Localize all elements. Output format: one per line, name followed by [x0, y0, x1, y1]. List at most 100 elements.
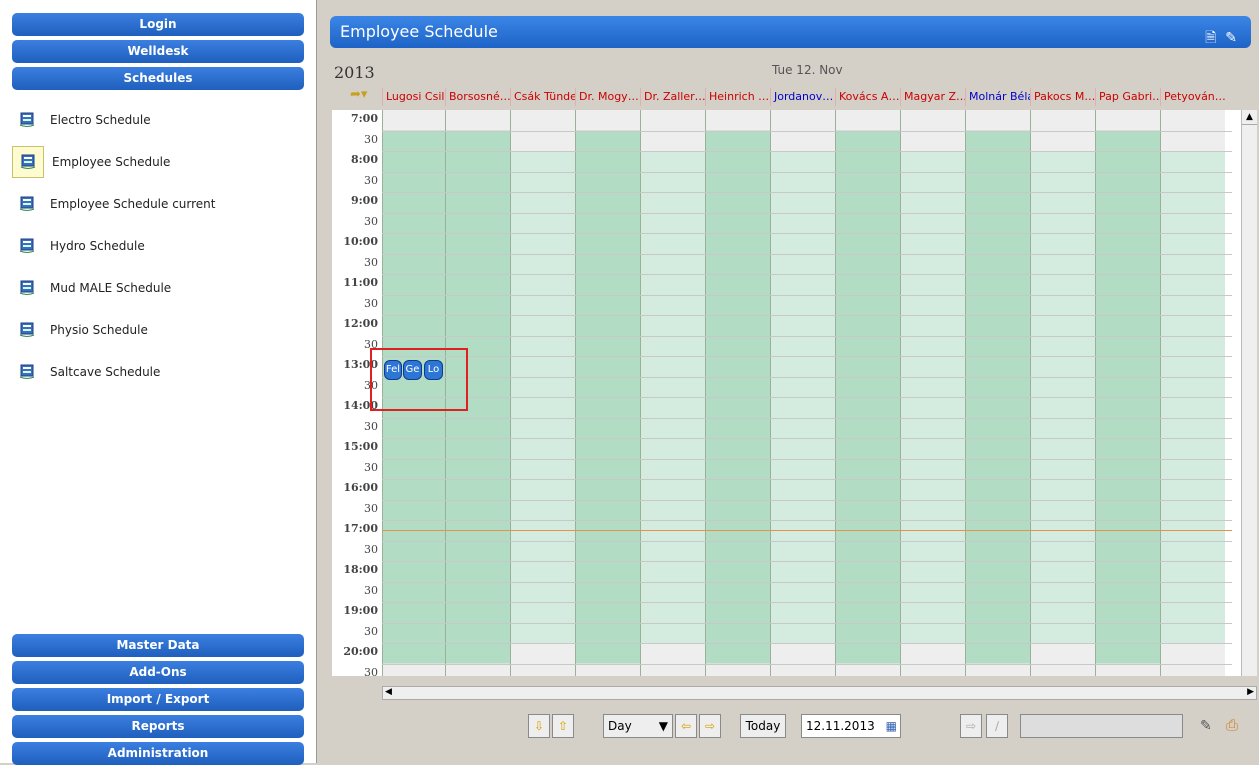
employee-column[interactable]: [900, 110, 965, 676]
employee-column[interactable]: [965, 110, 1030, 676]
eraser-icon[interactable]: ✎: [1225, 30, 1237, 46]
employee-column-header[interactable]: Pakocs M…: [1030, 88, 1095, 106]
grid-line: [382, 458, 1232, 460]
calendar-icon[interactable]: ▦: [886, 715, 897, 737]
employee-column[interactable]: [640, 110, 705, 676]
horizontal-scrollbar[interactable]: ◀ ▶: [382, 686, 1257, 700]
employee-column[interactable]: [770, 110, 835, 676]
date-value: 12.11.2013: [806, 719, 875, 733]
search-field[interactable]: [1020, 714, 1183, 738]
schedule-grid[interactable]: ▲ 7:00 30 8:00 30 9:00 30 10:00 30 11:00 30 12:00 3…: [332, 110, 1257, 676]
grid-line: [382, 356, 1232, 357]
employee-column-header[interactable]: Petyován…: [1160, 88, 1225, 106]
title-bar: Employee Schedule 🗎 ✎: [330, 16, 1251, 48]
time-label: 18:00: [343, 563, 378, 576]
grid-line: [382, 335, 1232, 337]
time-label: 30: [364, 173, 378, 187]
vertical-scrollbar[interactable]: ▲: [1241, 110, 1257, 676]
print-icon[interactable]: ⎙: [1226, 716, 1238, 734]
welldesk-button[interactable]: Welldesk: [12, 40, 304, 63]
next-button[interactable]: ⇨: [699, 714, 721, 738]
employee-column[interactable]: [1030, 110, 1095, 676]
employee-column[interactable]: [835, 110, 900, 676]
employee-header: ➦▾ Lugosi CsillaBorsosné…Csák TündeDr. M…: [332, 85, 1257, 107]
chevron-down-icon: ▼: [658, 719, 668, 733]
move-down-button[interactable]: ⇩: [528, 714, 550, 738]
scroll-right-icon[interactable]: ▶: [1247, 687, 1254, 697]
reports-button[interactable]: Reports: [12, 715, 304, 738]
employee-column[interactable]: [575, 110, 640, 676]
time-label: 11:00: [343, 276, 378, 289]
main-panel: Employee Schedule 🗎 ✎ 2013 Tue 12. Nov ➦…: [320, 0, 1259, 763]
title-icons: 🗎 ✎: [1205, 22, 1237, 54]
grid-line: [382, 417, 1232, 419]
document-icon[interactable]: 🗎: [1205, 30, 1216, 46]
employee-column[interactable]: [705, 110, 770, 676]
view-select[interactable]: Day ▼: [603, 714, 673, 738]
employee-column-header[interactable]: Dr. Mogy…: [575, 88, 640, 106]
date-field[interactable]: 12.11.2013 ▦: [801, 714, 901, 738]
time-label: 16:00: [343, 481, 378, 494]
employee-column-header[interactable]: Kovács A…: [835, 88, 900, 106]
grid-line: [382, 397, 1232, 398]
grid-line: [382, 602, 1232, 603]
scroll-up-icon[interactable]: ▲: [1242, 110, 1257, 125]
master-data-button[interactable]: Master Data: [12, 634, 304, 657]
employee-column[interactable]: [1160, 110, 1225, 676]
grid-line: [382, 192, 1232, 193]
schedule-item[interactable]: Mud MALE Schedule: [12, 270, 302, 306]
time-label: 30: [364, 624, 378, 638]
grid-line: [382, 663, 1232, 665]
time-label: 19:00: [343, 604, 378, 617]
move-up-button[interactable]: ⇧: [552, 714, 574, 738]
grid-line: [382, 253, 1232, 255]
employee-column-header[interactable]: Csák Tünde: [510, 88, 575, 106]
employee-column-header[interactable]: Heinrich …: [705, 88, 770, 106]
time-label: 30: [364, 132, 378, 146]
login-button[interactable]: Login: [12, 13, 304, 36]
schedule-icon: [12, 231, 42, 261]
today-button[interactable]: Today: [740, 714, 786, 738]
schedule-item-label: Physio Schedule: [50, 323, 148, 337]
sidebar: Login Welldesk Schedules Electro Schedule E…: [0, 0, 317, 765]
employee-column-header[interactable]: Lugosi Csilla: [382, 88, 445, 106]
import-export-button[interactable]: Import / Export: [12, 688, 304, 711]
employee-column-header[interactable]: Magyar Z…: [900, 88, 965, 106]
schedule-item[interactable]: Physio Schedule: [12, 312, 302, 348]
schedule-item[interactable]: Employee Schedule current: [12, 186, 302, 222]
employee-column-header[interactable]: Jordanov…: [770, 88, 835, 106]
administration-button[interactable]: Administration: [12, 742, 304, 765]
navigate-arrow-icon[interactable]: ➦▾: [350, 87, 367, 102]
add-ons-button[interactable]: Add-Ons: [12, 661, 304, 684]
time-label: 20:00: [343, 645, 378, 658]
grid-line: [382, 479, 1232, 480]
previous-button[interactable]: ⇦: [675, 714, 697, 738]
clear-button[interactable]: ∕: [986, 714, 1008, 738]
time-label: 15:00: [343, 440, 378, 453]
time-label: 30: [364, 255, 378, 269]
schedule-icon: [12, 105, 42, 135]
employee-column[interactable]: [1095, 110, 1160, 676]
schedule-item-label: Hydro Schedule: [50, 239, 145, 253]
time-label: 30: [364, 583, 378, 597]
employee-column-header[interactable]: Dr. Zaller…: [640, 88, 705, 106]
grid-line: [382, 561, 1232, 562]
grid-line: [382, 622, 1232, 624]
employee-column[interactable]: [510, 110, 575, 676]
edit-icon[interactable]: ✎: [1200, 718, 1212, 734]
grid-line: [382, 130, 1232, 132]
employee-column-header[interactable]: Borsosné…: [445, 88, 510, 106]
grid-line: [382, 581, 1232, 583]
schedule-item[interactable]: Saltcave Schedule: [12, 354, 302, 390]
schedule-item[interactable]: Hydro Schedule: [12, 228, 302, 264]
schedule-item[interactable]: Electro Schedule: [12, 102, 302, 138]
employee-column-header[interactable]: Molnár Béla: [965, 88, 1030, 106]
schedules-button[interactable]: Schedules: [12, 67, 304, 90]
employee-column-header[interactable]: Pap Gabri…: [1095, 88, 1160, 106]
scroll-left-icon[interactable]: ◀: [385, 687, 392, 697]
time-label: 30: [364, 542, 378, 556]
day-label: Tue 12. Nov: [772, 63, 843, 77]
time-label: 30: [364, 665, 378, 677]
schedule-item[interactable]: Employee Schedule: [12, 144, 302, 180]
forward-action-button[interactable]: ⇨: [960, 714, 982, 738]
